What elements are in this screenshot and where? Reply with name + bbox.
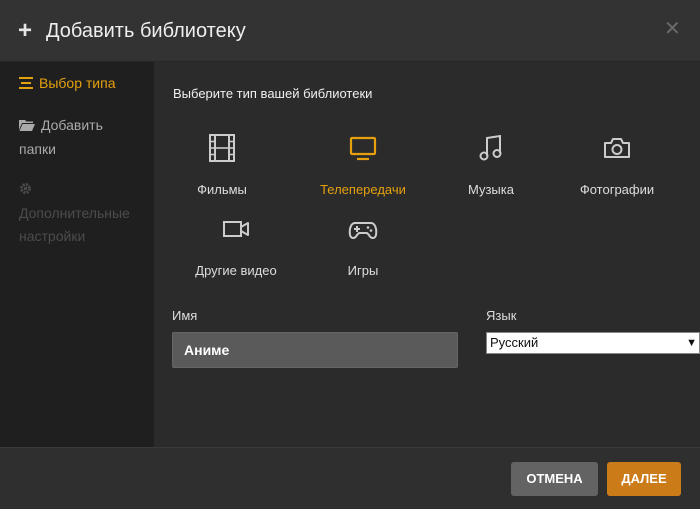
folder-icon	[19, 115, 35, 138]
video-camera-icon	[223, 221, 249, 237]
plus-icon: +	[18, 17, 33, 44]
type-tv-shows[interactable]: Телепередачи	[298, 134, 428, 197]
type-photos[interactable]: Фотографии	[552, 134, 682, 197]
sidebar-item-folders[interactable]: Добавить папки	[19, 114, 103, 161]
main-panel: Выберите тип вашей библиотеки Фильмы Тел…	[154, 62, 700, 447]
sidebar-item-type[interactable]: Выбор типа	[19, 72, 115, 96]
library-type-prompt: Выберите тип вашей библиотеки	[173, 86, 373, 101]
cancel-button[interactable]: ОТМЕНА	[511, 462, 598, 496]
music-icon	[479, 134, 502, 161]
sidebar: Выбор типа Добавить папки Дополнительные…	[0, 62, 154, 447]
type-label: Телепередачи	[320, 182, 406, 197]
dialog-header: + Добавить библиотеку ✕	[0, 0, 700, 62]
sidebar-item-advanced: Дополнительные настройки	[19, 178, 130, 248]
gear-icon	[19, 179, 32, 202]
next-button[interactable]: ДАЛЕЕ	[607, 462, 681, 496]
type-label: Музыка	[468, 182, 514, 197]
type-movies[interactable]: Фильмы	[157, 134, 287, 197]
type-label: Игры	[347, 263, 379, 278]
name-input[interactable]: Аниме	[172, 332, 458, 368]
sidebar-item-label: Выбор типа	[39, 75, 116, 91]
type-label: Фотографии	[579, 182, 655, 197]
film-icon	[209, 134, 235, 162]
chevron-down-icon: ▼	[686, 337, 697, 349]
list-icon	[19, 73, 33, 96]
close-icon[interactable]: ✕	[664, 16, 681, 42]
type-label: Другие видео	[195, 263, 277, 278]
name-field-label: Имя	[172, 308, 198, 323]
language-select[interactable]: Русский ▼	[486, 332, 700, 354]
sidebar-item-label-line2: папки	[19, 141, 56, 157]
dialog-footer: ОТМЕНА ДАЛЕЕ	[0, 447, 700, 509]
sidebar-item-label-line2: настройки	[19, 228, 86, 244]
camera-icon	[604, 138, 630, 158]
type-games[interactable]: Игры	[298, 215, 428, 278]
type-label: Фильмы	[197, 182, 247, 197]
sidebar-item-label: Дополнительные	[19, 205, 130, 221]
language-field-label: Язык	[486, 308, 517, 323]
sidebar-item-label: Добавить	[41, 117, 103, 133]
tv-icon	[349, 136, 377, 161]
language-selected-value: Русский	[490, 335, 539, 350]
type-other-videos[interactable]: Другие видео	[171, 215, 301, 278]
gamepad-icon	[348, 222, 378, 239]
type-music[interactable]: Музыка	[426, 134, 556, 197]
dialog-title: Добавить библиотеку	[46, 20, 246, 42]
